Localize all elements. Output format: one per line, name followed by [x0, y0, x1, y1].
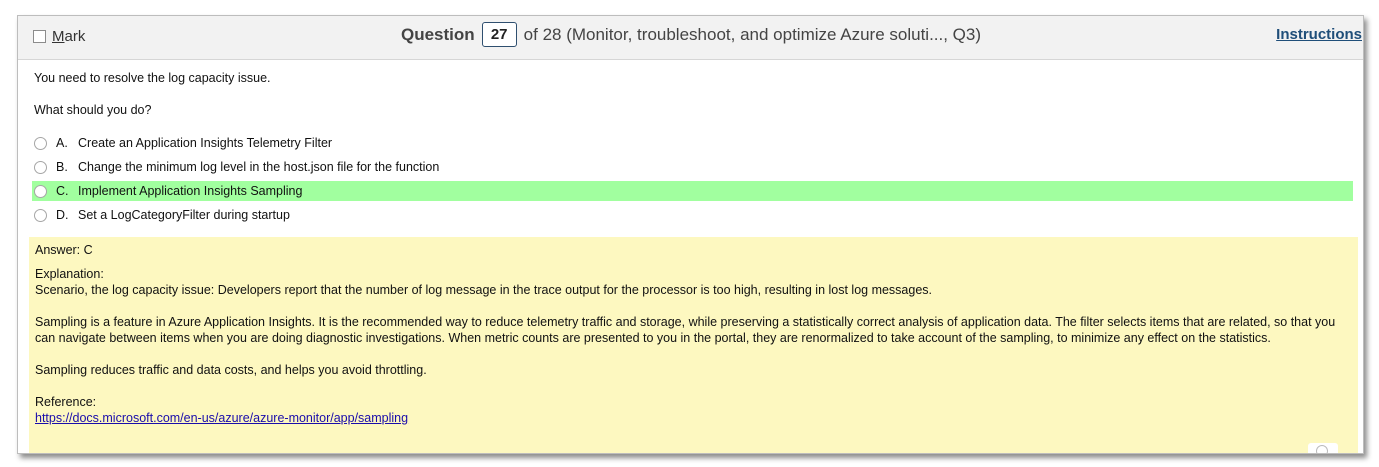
option-b[interactable]: B. Change the minimum log level in the h…: [32, 157, 1353, 177]
question-number-input[interactable]: [481, 22, 517, 47]
question-prompt: What should you do?: [34, 103, 152, 117]
option-c-radio[interactable]: [34, 184, 47, 198]
answer-options: A. Create an Application Insights Teleme…: [32, 133, 1353, 225]
exam-window: Mark Question of 28 (Monitor, troublesho…: [17, 15, 1364, 454]
question-navigator: Question of 28 (Monitor, troubleshoot, a…: [401, 22, 981, 47]
mark-label[interactable]: Mark: [52, 28, 85, 45]
reference-label: Reference:: [35, 395, 97, 409]
option-text: Set a LogCategoryFilter during startup: [78, 208, 290, 222]
question-body: You need to resolve the log capacity iss…: [32, 70, 1353, 229]
option-c[interactable]: C. Implement Application Insights Sampli…: [32, 181, 1353, 201]
reference-link[interactable]: https://docs.microsoft.com/en-us/azure/a…: [35, 411, 408, 425]
option-d-radio[interactable]: [34, 208, 47, 222]
mark-checkbox-box[interactable]: [33, 30, 46, 43]
question-label: Question: [401, 24, 475, 44]
answer-explanation-panel: Answer: C Explanation: Scenario, the log…: [29, 237, 1358, 453]
answer-line: Answer: C: [35, 243, 93, 257]
option-text: Create an Application Insights Telemetry…: [78, 136, 333, 150]
sampling-reduces-text: Sampling reduces traffic and data costs,…: [35, 363, 427, 377]
option-b-radio[interactable]: [34, 160, 47, 174]
option-letter: A.: [56, 136, 68, 150]
option-a-radio[interactable]: [34, 136, 47, 150]
explanation-label: Explanation:: [35, 267, 104, 281]
question-of-label: of 28 (Monitor, troubleshoot, and optimi…: [523, 24, 982, 44]
question-header: Mark Question of 28 (Monitor, troublesho…: [18, 16, 1363, 60]
comment-tab[interactable]: [1308, 443, 1338, 453]
comment-icon: [1316, 445, 1328, 453]
option-text: Change the minimum log level in the host…: [78, 160, 440, 174]
option-d[interactable]: D. Set a LogCategoryFilter during startu…: [32, 205, 1353, 225]
option-letter: B.: [56, 160, 68, 174]
mark-checkbox[interactable]: Mark: [33, 28, 85, 45]
instructions-link[interactable]: Instructions: [1276, 26, 1362, 43]
option-a[interactable]: A. Create an Application Insights Teleme…: [32, 133, 1353, 153]
option-letter: D.: [56, 208, 69, 222]
scenario-text: Scenario, the log capacity issue: Develo…: [35, 283, 933, 297]
option-text: Implement Application Insights Sampling: [78, 184, 303, 198]
option-letter: C.: [56, 184, 69, 198]
question-stem: You need to resolve the log capacity iss…: [34, 71, 271, 85]
sampling-paragraph: Sampling is a feature in Azure Applicati…: [35, 315, 1336, 345]
